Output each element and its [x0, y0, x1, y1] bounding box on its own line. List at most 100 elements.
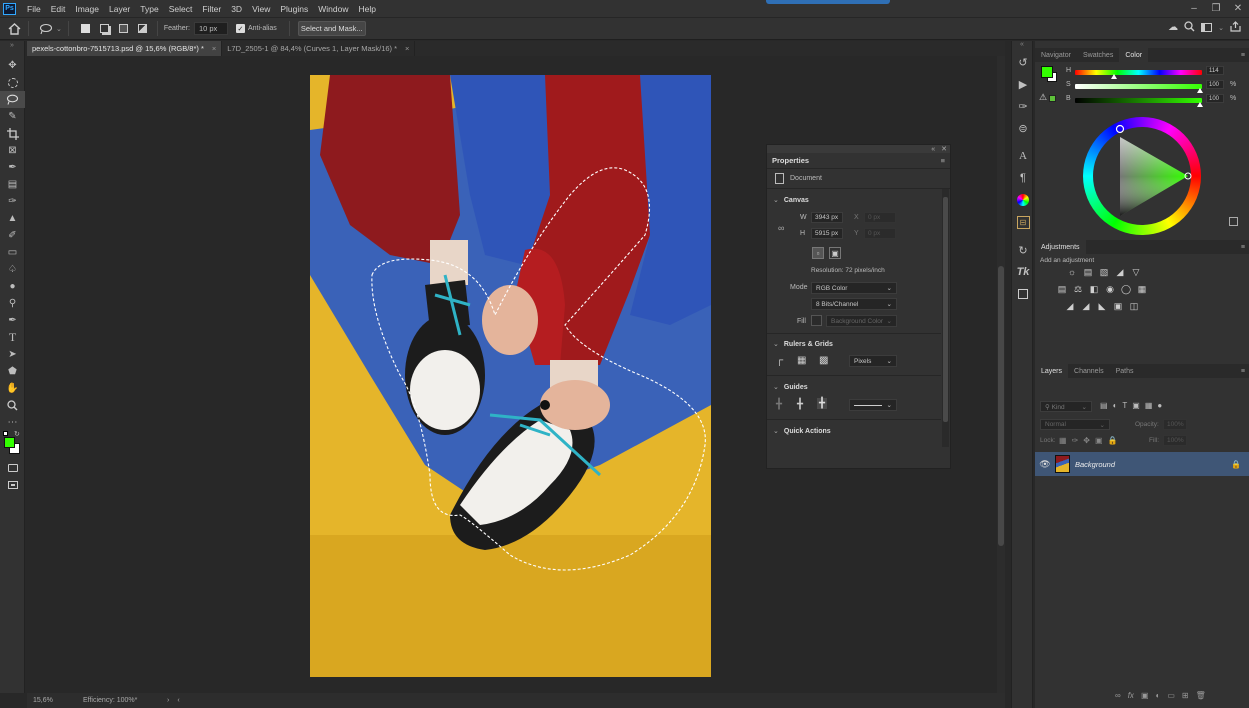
hue-saturation-icon[interactable]: ▤ — [1055, 283, 1069, 295]
web-safe-swatch[interactable] — [1049, 95, 1056, 102]
healing-brush-icon[interactable]: ▤ — [0, 176, 25, 193]
black-white-icon[interactable]: ◧ — [1087, 283, 1101, 295]
type-icon[interactable]: T — [0, 329, 25, 346]
menu-type[interactable]: Type — [135, 4, 163, 14]
smart-guides-icon[interactable]: ╋ — [797, 399, 803, 410]
x-field[interactable]: 0 px — [864, 212, 896, 223]
photo-filter-icon[interactable]: ◉ — [1103, 283, 1117, 295]
type-filter-icon[interactable]: T — [1122, 401, 1127, 410]
color-triangle[interactable] — [1083, 117, 1201, 235]
curves-icon[interactable]: ▧ — [1097, 267, 1111, 279]
portrait-orientation-icon[interactable]: ▫ — [812, 247, 824, 259]
collapse-icon[interactable]: » — [0, 41, 24, 57]
pixel-grid-icon[interactable]: ▩ — [819, 355, 828, 366]
pen-icon[interactable]: ✒ — [0, 312, 25, 329]
brush-icon[interactable]: ✑ — [0, 193, 25, 210]
adjustment-filter-icon[interactable]: ◐ — [1113, 401, 1118, 410]
quick-actions-section[interactable]: ⌄ Quick Actions — [767, 425, 831, 437]
vibrance-icon[interactable]: ▽ — [1129, 267, 1143, 279]
refresh-icon[interactable]: ↻ — [1012, 239, 1034, 261]
paragraph-icon[interactable]: ¶ — [1012, 167, 1034, 189]
hue-value[interactable]: 114 — [1206, 66, 1224, 75]
saturation-value[interactable]: 100 — [1206, 80, 1224, 89]
menu-icon[interactable]: ≡ — [1241, 368, 1245, 375]
hue-slider[interactable] — [1075, 70, 1202, 75]
collapse-icon[interactable]: « — [1012, 41, 1032, 51]
link-layers-icon[interactable]: ∞ — [1115, 691, 1121, 700]
history-icon[interactable]: ↺ — [1012, 51, 1034, 73]
chevron-down-icon[interactable]: ⌄ — [56, 25, 62, 33]
brightness-slider[interactable] — [1075, 98, 1202, 103]
brightness-icon[interactable]: ☼ — [1065, 266, 1079, 278]
menu-icon[interactable]: ≡ — [1241, 52, 1245, 59]
character-icon[interactable]: A — [1012, 145, 1034, 167]
new-selection-icon[interactable] — [78, 21, 94, 37]
tab-pexels[interactable]: pexels-cottonbro-7515713.psd @ 15,6% (RG… — [27, 41, 223, 56]
lock-image-icon[interactable]: ✑ — [1072, 436, 1079, 445]
color-balance-icon[interactable]: ⚖ — [1071, 283, 1085, 295]
intersect-selection-icon[interactable] — [135, 21, 151, 37]
close-icon[interactable]: × — [212, 44, 216, 53]
screen-mode-icon[interactable] — [0, 476, 25, 493]
brightness-value[interactable]: 100 — [1206, 94, 1224, 103]
gradient-map-icon[interactable]: ◫ — [1127, 300, 1141, 312]
exposure-icon[interactable]: ◢ — [1113, 267, 1127, 279]
path-selection-icon[interactable]: ➤ — [0, 346, 25, 363]
artboard-icon[interactable]: ▣ — [1095, 436, 1103, 445]
y-field[interactable]: 0 px — [864, 228, 896, 239]
color-wheel-icon[interactable] — [1012, 189, 1034, 211]
invert-icon[interactable]: ◢ — [1063, 300, 1077, 312]
properties-scrollbar[interactable] — [942, 189, 949, 447]
history-brush-icon[interactable]: ✐ — [0, 227, 25, 244]
menu-filter[interactable]: Filter — [197, 4, 226, 14]
tab-navigator[interactable]: Navigator — [1035, 48, 1077, 62]
dodge-icon[interactable]: ⚲ — [0, 295, 25, 312]
lock-all-icon[interactable]: 🔒 — [1108, 436, 1118, 445]
tab-paths[interactable]: Paths — [1110, 364, 1140, 378]
menu-window[interactable]: Window — [313, 4, 353, 14]
fx-icon[interactable]: fx — [1128, 691, 1134, 700]
plugin-icon[interactable]: ⊟ — [1012, 211, 1034, 233]
menu-edit[interactable]: Edit — [46, 4, 71, 14]
new-adjustment-icon[interactable]: ◐ — [1156, 691, 1161, 700]
landscape-orientation-icon[interactable]: ▣ — [829, 247, 841, 259]
tab-swatches[interactable]: Swatches — [1077, 48, 1119, 62]
libraries-icon[interactable] — [1012, 283, 1034, 305]
layer-filter-select[interactable]: ⚲ Kind ⌄ — [1040, 401, 1092, 412]
posterize-icon[interactable]: ◢ — [1079, 300, 1093, 312]
rulers-icon[interactable]: ┌ — [776, 355, 783, 366]
layer-name[interactable]: Background — [1075, 460, 1115, 469]
share-icon[interactable] — [1230, 21, 1241, 34]
menu-icon[interactable]: ≡ — [941, 156, 945, 165]
feather-input[interactable]: 10 px — [193, 22, 228, 35]
quick-mask-icon[interactable] — [0, 459, 25, 476]
threshold-icon[interactable]: ◣ — [1095, 300, 1109, 312]
blur-icon[interactable]: ● — [0, 278, 25, 295]
menu-layer[interactable]: Layer — [104, 4, 135, 14]
lasso-icon[interactable] — [38, 21, 54, 37]
hue-slider-handle[interactable] — [1111, 74, 1117, 79]
object-selection-icon[interactable]: ✎ — [0, 108, 25, 125]
fill-field[interactable]: 100% — [1163, 435, 1187, 446]
stamp-icon[interactable]: ▲ — [0, 210, 25, 227]
menu-image[interactable]: Image — [70, 4, 104, 14]
guides-icon[interactable]: ╋ — [776, 399, 782, 410]
menu-file[interactable]: File — [22, 4, 46, 14]
move-icon[interactable]: ✥ — [0, 57, 25, 74]
shape-filter-icon[interactable]: ▣ — [1132, 401, 1140, 410]
rulers-grids-section[interactable]: ⌄ Rulers & Grids — [767, 338, 833, 350]
lock-transparent-icon[interactable]: ▦ — [1059, 436, 1067, 445]
marquee-icon[interactable] — [0, 74, 25, 91]
restore-icon[interactable]: ❐ — [1205, 0, 1227, 17]
lock-position-icon[interactable]: ✥ — [1083, 436, 1090, 445]
vertical-scrollbar[interactable] — [997, 56, 1005, 693]
channel-mixer-icon[interactable]: ◯ — [1119, 283, 1133, 295]
link-icon[interactable]: ∞ — [778, 223, 784, 233]
fill-swatch[interactable] — [811, 315, 822, 326]
layer-row[interactable]: 👁 Background 🔒 — [1035, 452, 1249, 476]
blend-mode-select[interactable]: Normal ⌄ — [1040, 419, 1110, 430]
chevron-down-icon[interactable]: ⌄ — [1218, 24, 1224, 32]
antialias-checkbox[interactable]: ✓ — [235, 24, 245, 33]
search-icon[interactable] — [1184, 21, 1195, 34]
menu-3d[interactable]: 3D — [226, 4, 247, 14]
